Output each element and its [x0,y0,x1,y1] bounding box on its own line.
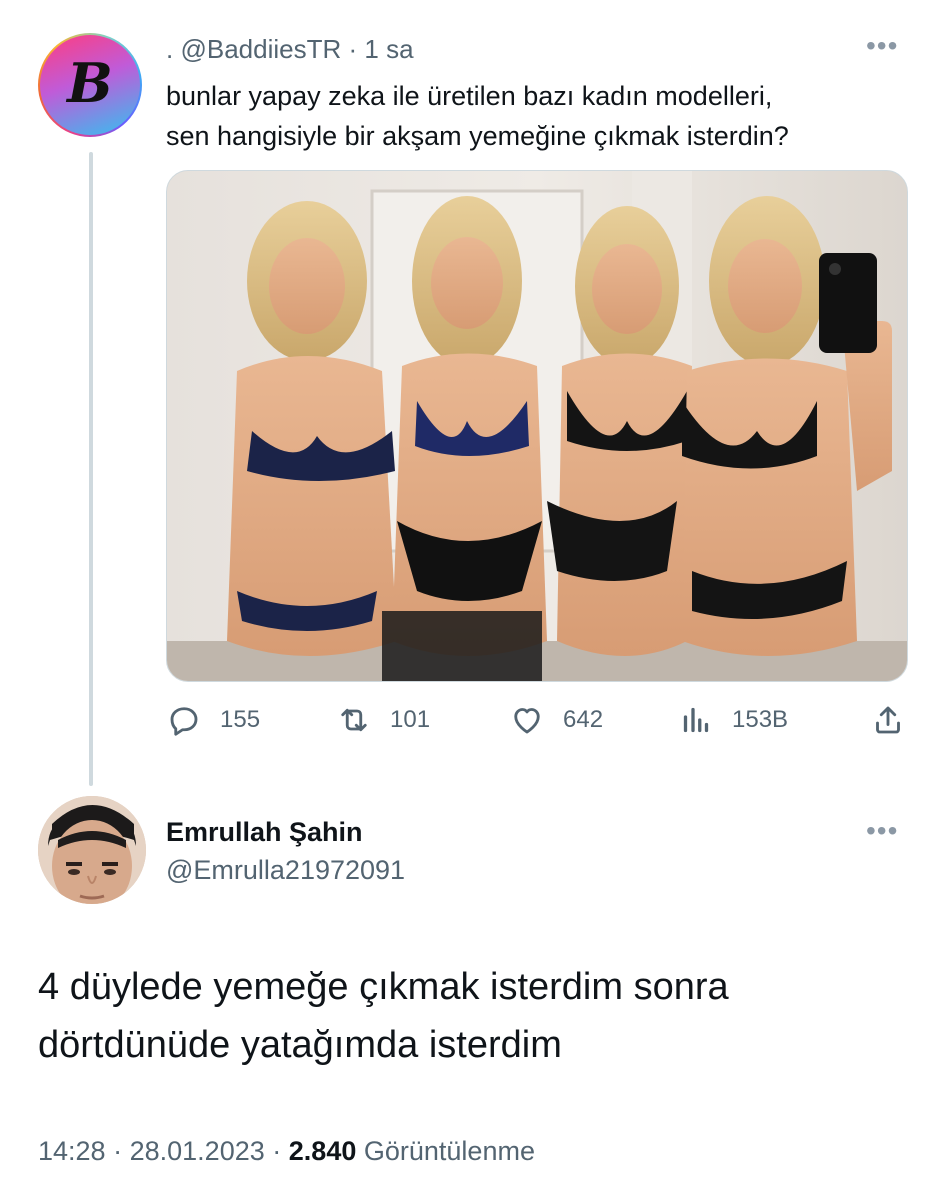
views-button[interactable]: 153B [678,700,788,740]
reply-button[interactable]: 155 [166,700,260,740]
reply-more-icon[interactable]: ••• [866,815,898,847]
reply-time[interactable]: 14:28 [38,1136,106,1166]
thread-line [89,152,93,786]
reply-footer: 14:28 · 28.01.2023 · 2.840 Görüntülenme [38,1136,535,1167]
share-icon [876,706,900,734]
reply-text-line: dörtdünüde yatağımda isterdim [38,1024,562,1066]
tweet-more-icon[interactable]: ••• [866,30,898,62]
author-handle[interactable]: @BaddiiesTR [180,34,341,64]
like-icon [514,708,540,734]
retweet-icon [341,708,367,732]
tweet-text-line: sen hangisiyle bir akşam yemeğine çıkmak… [166,121,789,151]
tweet-actions: 155 101 642 153B [166,700,906,740]
reply-count: 155 [220,706,261,733]
footer-separator: · [272,1136,282,1166]
reply-date[interactable]: 28.01.2023 [130,1136,265,1166]
view-count: 153B [732,706,789,733]
tweet-media-image[interactable] [166,170,908,682]
tweet-text: bunlar yapay zeka ile üretilen bazı kadı… [166,76,906,156]
reply-author-handle[interactable]: @Emrulla21972091 [166,855,405,886]
author-prefix: . [166,34,174,64]
reply-text-line: 4 düylede yemeğe çıkmak isterdim sonra [38,966,729,1008]
retweet-button[interactable]: 101 [336,700,430,740]
retweet-count: 101 [390,706,431,733]
tweet-header: . @BaddiiesTR · 1 sa [166,34,414,65]
tweet-time[interactable]: 1 sa [364,34,413,64]
reply-author-name[interactable]: Emrullah Şahin [166,817,363,848]
reply-icon [170,707,198,736]
reply-view-count: 2.840 [288,1136,357,1166]
header-separator: · [348,34,358,64]
share-button[interactable] [870,700,906,740]
tweet-text-line: bunlar yapay zeka ile üretilen bazı kadı… [166,81,773,111]
profile-photo-illustration [38,796,146,904]
author-avatar[interactable]: B [38,33,142,137]
reply-text: 4 düylede yemeğe çıkmak isterdim sonra d… [38,958,918,1074]
like-button[interactable]: 642 [509,700,603,740]
photo-illustration [167,171,907,681]
footer-separator: · [113,1136,123,1166]
like-count: 642 [563,706,604,733]
reply-view-label: Görüntülenme [363,1136,535,1166]
views-icon [683,707,709,733]
reply-author-avatar[interactable] [38,796,146,904]
avatar-letter: B [67,51,113,115]
